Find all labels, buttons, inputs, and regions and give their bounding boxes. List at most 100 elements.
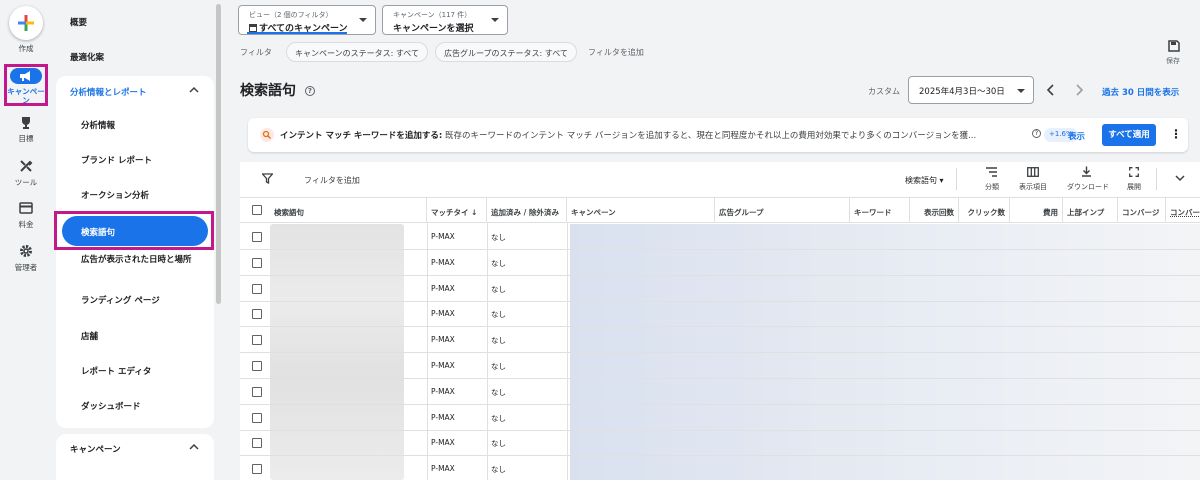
trophy-icon[interactable] [0, 116, 52, 133]
table-add-filter[interactable]: フィルタを追加 [304, 175, 360, 186]
nav-item-landing-pages[interactable]: ランディング ページ [81, 295, 160, 307]
search-terms-table: フィルタを追加 検索語句 ▾ 分類 表示項目 ダウンロード 展開 検索語句 マッ… [240, 162, 1200, 480]
campaigns-label: キャンペーン [7, 87, 45, 105]
chevron-up-icon[interactable] [189, 86, 199, 94]
campaign-label: キャンペーン（117 件） [393, 11, 472, 19]
row-checkbox[interactable] [252, 257, 262, 268]
expand-icon[interactable] [1129, 167, 1139, 177]
caret-down-icon [359, 18, 367, 22]
match-type-cell: P-MAX [431, 438, 455, 448]
match-type-cell: P-MAX [431, 464, 455, 474]
more-vert-icon[interactable]: ⋮ [1170, 128, 1182, 140]
nav-item-auction-insights[interactable]: オークション分析 [81, 190, 149, 202]
adgroup-status-chip[interactable]: 広告グループのステータス: すべて [435, 42, 577, 62]
goals-label: 目標 [18, 134, 34, 143]
divider [956, 168, 957, 190]
nav-item-stores[interactable]: 店舗 [81, 331, 98, 343]
chevron-down-icon[interactable] [1175, 175, 1185, 182]
col-impressions[interactable]: 表示回数 [910, 197, 959, 223]
nav-recommendations[interactable]: 最適化案 [70, 51, 104, 63]
added-excluded-cell: なし [491, 387, 506, 397]
campaign-dropdown[interactable]: キャンペーン（117 件） キャンペーンを選択 [382, 5, 508, 35]
billing-icon[interactable] [0, 202, 52, 216]
help-icon[interactable]: ? [304, 86, 315, 96]
view-label: ビュー（2 個のフィルタ） [249, 11, 333, 19]
nav-item-report-editor[interactable]: レポート エディタ [81, 366, 151, 378]
recommendation-banner: インテント マッチ キーワードを追加する: 既存のキーワードのインテント マッチ… [248, 118, 1188, 152]
col-conversions[interactable]: コンバージ [1118, 197, 1166, 223]
segment-icon[interactable] [986, 167, 997, 177]
table-row[interactable]: P-MAX なし [240, 276, 1200, 302]
added-excluded-cell: なし [491, 258, 506, 268]
nav-item-dashboards[interactable]: ダッシュボード [81, 401, 141, 413]
term-dropdown[interactable]: 検索語句 ▾ [905, 175, 944, 186]
columns-icon[interactable] [1027, 167, 1039, 177]
row-checkbox[interactable] [252, 335, 262, 346]
table-row[interactable]: P-MAX なし [240, 250, 1200, 276]
table-row[interactable]: P-MAX なし [240, 327, 1200, 354]
download-icon[interactable] [1081, 166, 1092, 177]
chevron-up-icon[interactable] [189, 443, 199, 451]
last-30-days-link[interactable]: 過去 30 日間を表示 [1102, 86, 1179, 98]
row-checkbox[interactable] [252, 464, 262, 475]
campaigns-nav-button[interactable] [10, 68, 42, 84]
nav-item-brand-report[interactable]: ブランド レポート [81, 155, 152, 167]
filter-icon[interactable] [262, 173, 273, 184]
col-ad-group[interactable]: 広告グループ [715, 197, 850, 223]
col-campaign[interactable]: キャンペーン [567, 197, 715, 223]
add-filter-link[interactable]: フィルタを追加 [588, 47, 644, 58]
apply-all-button[interactable]: すべて適用 [1102, 124, 1156, 146]
added-excluded-cell: なし [491, 362, 506, 371]
nav-scrollbar[interactable] [216, 4, 221, 304]
select-all-checkbox[interactable] [252, 205, 262, 215]
col-top-impr[interactable]: 上部インプ [1063, 197, 1118, 223]
nav-item-insights[interactable]: 分析情報 [81, 120, 115, 132]
view-button[interactable]: 表示 [1068, 130, 1085, 142]
nav-item-search-terms-label: 検索語句 [81, 228, 116, 238]
table-row[interactable]: P-MAX なし [240, 301, 1200, 328]
chevron-right-icon[interactable] [1074, 84, 1084, 96]
tools-label: ツール [14, 178, 38, 187]
tools-icon[interactable] [0, 159, 52, 175]
row-checkbox[interactable] [252, 361, 262, 371]
row-checkbox[interactable] [252, 232, 262, 242]
insights-section-header[interactable]: 分析情報とレポート [70, 86, 147, 98]
row-checkbox[interactable] [252, 438, 262, 449]
caret-down-icon [1017, 89, 1025, 93]
view-dropdown[interactable]: ビュー（2 個のフィルタ） すべてのキャンペーン [238, 5, 376, 35]
added-excluded-cell: なし [491, 284, 506, 294]
row-checkbox[interactable] [252, 283, 262, 294]
create-button[interactable] [9, 6, 43, 40]
nav-item-search-terms[interactable]: 検索語句 [62, 216, 208, 246]
col-added-excluded[interactable]: 追加済み / 除外済み [487, 197, 567, 223]
nav-item-when-where[interactable]: 広告が表示された日時と場所 [81, 254, 201, 266]
col-keyword[interactable]: キーワード [850, 197, 910, 223]
create-label: 作成 [18, 44, 34, 53]
side-nav: 概要 最適化案 分析情報とレポート 分析情報 ブランド レポート オークション分… [54, 0, 222, 480]
table-row[interactable]: P-MAX なし [240, 405, 1200, 431]
col-cost[interactable]: 費用 [1010, 197, 1063, 223]
nav-overview[interactable]: 概要 [70, 16, 87, 28]
table-row[interactable]: P-MAX なし [240, 353, 1200, 379]
row-checkbox[interactable] [252, 386, 262, 397]
row-checkbox[interactable] [252, 309, 262, 320]
save-icon[interactable] [1168, 40, 1180, 52]
campaigns-section-header[interactable]: キャンペーン [70, 443, 121, 455]
col-clicks[interactable]: クリック数 [959, 197, 1010, 223]
match-type-cell: P-MAX [431, 309, 455, 319]
table-row[interactable]: P-MAX なし [240, 224, 1200, 250]
col-conv-rate[interactable]: コンバー [1166, 197, 1200, 223]
col-search-term[interactable]: 検索語句 [270, 197, 427, 223]
date-range-dropdown[interactable]: 2025年4月3日〜30日 [908, 76, 1034, 104]
table-row[interactable]: P-MAX なし [240, 456, 1200, 480]
campaign-status-chip[interactable]: キャンペーンのステータス: すべて [286, 42, 428, 62]
view-underline [247, 32, 347, 34]
page-title: 検索語句 ? [240, 80, 315, 100]
row-checkbox[interactable] [252, 412, 262, 423]
col-match-type[interactable]: マッチタイ ↓ [427, 197, 487, 223]
chevron-left-icon[interactable] [1046, 84, 1056, 96]
table-row[interactable]: P-MAX なし [240, 379, 1200, 405]
table-row[interactable]: P-MAX なし [240, 430, 1200, 457]
help-icon[interactable]: ? [1032, 129, 1041, 138]
gear-icon[interactable] [0, 244, 52, 260]
